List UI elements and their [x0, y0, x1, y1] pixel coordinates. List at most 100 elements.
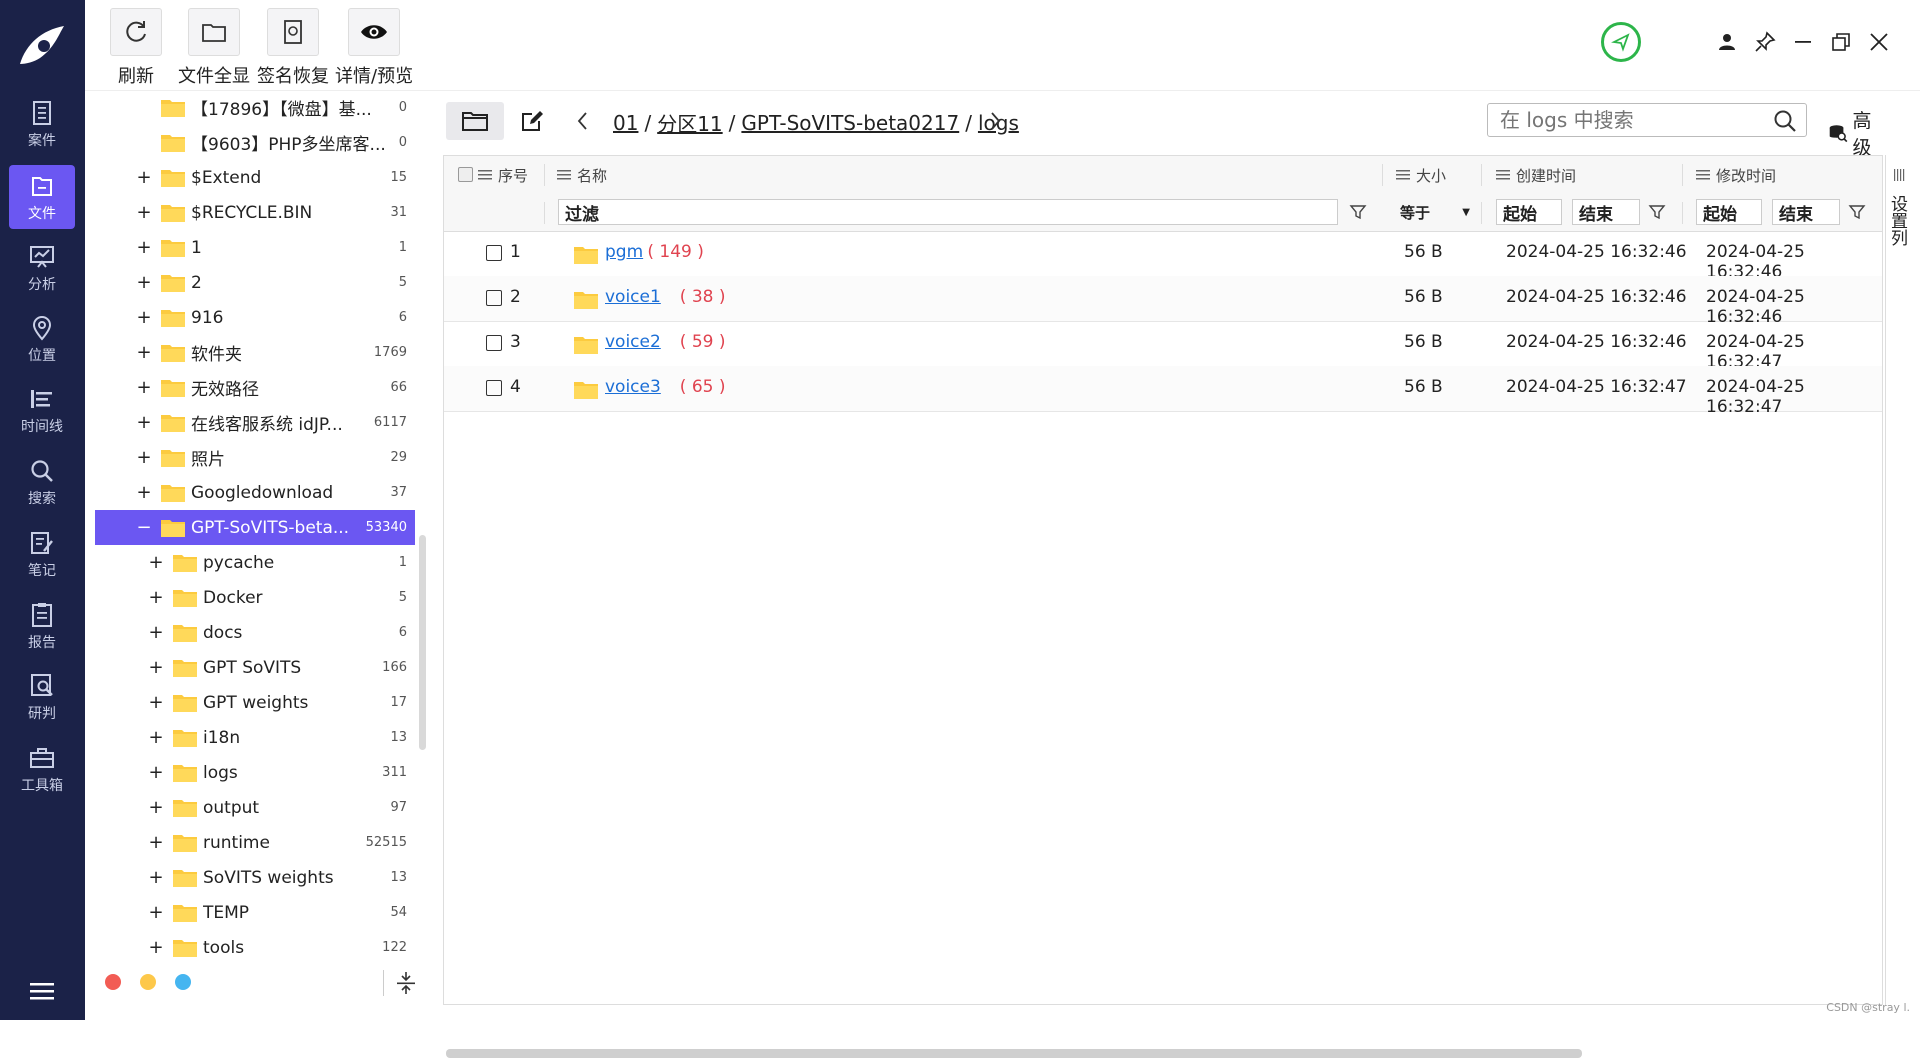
tree-item[interactable]: + 在线客服系统 idJP... 6117	[95, 405, 415, 440]
nav-item-file[interactable]: 文件	[9, 165, 75, 229]
expand-toggle-icon[interactable]: +	[133, 482, 155, 503]
nav-item-search[interactable]: 搜索	[9, 450, 75, 514]
tree-scrollbar[interactable]	[419, 535, 426, 750]
tree-item[interactable]: +1 1	[95, 230, 415, 265]
tree-item[interactable]: +2 5	[95, 265, 415, 300]
item-count-link[interactable]: ( 59 )	[680, 332, 726, 352]
tree-item[interactable]: + SoVITS weights 13	[95, 860, 415, 895]
tree-item[interactable]: + 软件夹 1769	[95, 335, 415, 370]
size-operator-select[interactable]: 等于 ▼	[1394, 199, 1474, 225]
expand-toggle-icon[interactable]: +	[133, 342, 155, 363]
item-count-link[interactable]: ( 149 )	[647, 242, 704, 262]
filter-funnel-icon[interactable]	[1648, 203, 1666, 221]
pin-icon[interactable]	[1753, 30, 1777, 54]
tree-item[interactable]: + Docker 5	[95, 580, 415, 615]
expand-toggle-icon[interactable]: +	[145, 657, 167, 678]
expand-toggle-icon[interactable]: +	[133, 167, 155, 188]
table-row[interactable]: 1 pgm( 149 ) 56 B 2024-04-25 16:32:46 2024-0…	[444, 231, 1882, 282]
table-row[interactable]: 4 voice3 ( 65 ) 56 B 2024-04-25 16:32:47 2024…	[444, 366, 1882, 417]
minimize-icon[interactable]	[1791, 30, 1815, 54]
search-icon[interactable]	[1772, 108, 1798, 134]
expand-toggle-icon[interactable]: +	[145, 622, 167, 643]
tree-item[interactable]: + tools 122	[95, 930, 415, 965]
created-end-input[interactable]: 结束	[1572, 199, 1640, 225]
breadcrumb-partition[interactable]: 分区11	[657, 108, 722, 137]
nav-item-report[interactable]: 报告	[9, 594, 75, 658]
collapse-all-icon[interactable]	[393, 970, 419, 996]
tree-item[interactable]: + Googledownload 37	[95, 475, 415, 510]
tree-item[interactable]: + 无效路径 66	[95, 370, 415, 405]
horizontal-scrollbar[interactable]	[446, 1049, 1582, 1058]
expand-toggle-icon[interactable]: +	[145, 692, 167, 713]
tree-item[interactable]: − GPT-SoVITS-beta... 53340	[95, 510, 415, 545]
item-count-link[interactable]: ( 38 )	[680, 287, 726, 307]
expand-toggle-icon[interactable]: +	[133, 307, 155, 328]
expand-toggle-icon[interactable]: +	[133, 447, 155, 468]
expand-toggle-icon[interactable]: +	[145, 762, 167, 783]
filter-funnel-icon[interactable]	[1349, 203, 1367, 221]
expand-toggle-icon[interactable]: +	[133, 202, 155, 223]
col-modified[interactable]: 修改时间	[1696, 156, 1776, 194]
tree-item[interactable]: + $RECYCLE.BIN 31	[95, 195, 415, 230]
row-checkbox[interactable]	[486, 335, 502, 351]
folder-name-link[interactable]: voice1	[605, 287, 661, 307]
nav-item-note[interactable]: 笔记	[9, 522, 75, 586]
row-checkbox[interactable]	[486, 290, 502, 306]
restore-icon[interactable]	[1829, 30, 1853, 54]
row-checkbox[interactable]	[486, 380, 502, 396]
edit-button[interactable]	[503, 102, 561, 140]
tree-item[interactable]: +916 6	[95, 300, 415, 335]
yellow-tag-dot[interactable]	[140, 974, 156, 990]
tree-item[interactable]: + GPT SoVITS 166	[95, 650, 415, 685]
tree-item[interactable]: + pycache 1	[95, 545, 415, 580]
expand-toggle-icon[interactable]: +	[145, 902, 167, 923]
expand-toggle-icon[interactable]: +	[145, 867, 167, 888]
expand-toggle-icon[interactable]: +	[133, 272, 155, 293]
folder-name-link[interactable]: pgm	[605, 242, 643, 262]
tree-item[interactable]: + 照片 29	[95, 440, 415, 475]
red-tag-dot[interactable]	[105, 974, 121, 990]
nav-item-timeline[interactable]: 时间线	[9, 378, 75, 442]
tree-item[interactable]: + $Extend 15	[95, 160, 415, 195]
detail-preview-button[interactable]: 详情/预览	[335, 8, 413, 88]
search-input[interactable]	[1488, 104, 1762, 136]
filter-funnel-icon[interactable]	[1848, 203, 1866, 221]
blue-tag-dot[interactable]	[175, 974, 191, 990]
close-icon[interactable]	[1867, 30, 1891, 54]
status-indicator[interactable]	[1601, 22, 1641, 62]
nav-item-judge[interactable]: 研判	[9, 665, 75, 729]
tree-item[interactable]: 【17896】【微盘】基... 0	[95, 100, 415, 125]
advanced-search-button[interactable]: 高级	[1828, 106, 1885, 160]
tree-item[interactable]: + i18n 13	[95, 720, 415, 755]
folder-name-link[interactable]: voice3	[605, 377, 661, 397]
col-index[interactable]: 序号	[478, 156, 528, 194]
tree-item[interactable]: + TEMP 54	[95, 895, 415, 930]
signature-restore-button[interactable]: 签名恢复	[257, 8, 329, 88]
breadcrumb-gpt-sovits[interactable]: GPT-SoVITS-beta0217	[741, 111, 959, 135]
col-name[interactable]: 名称	[557, 156, 607, 194]
col-size[interactable]: 大小	[1396, 156, 1446, 194]
created-start-input[interactable]: 起始	[1496, 199, 1562, 225]
select-all-checkbox[interactable]	[458, 167, 473, 182]
tree-item[interactable]: 【9603】PHP多坐席客... 0	[95, 125, 415, 160]
modified-start-input[interactable]: 起始	[1696, 199, 1762, 225]
expand-toggle-icon[interactable]: +	[133, 377, 155, 398]
tree-item[interactable]: + runtime 52515	[95, 825, 415, 860]
column-settings-button[interactable]: 设置列	[1885, 155, 1912, 1005]
user-icon[interactable]	[1715, 30, 1739, 54]
table-row[interactable]: 3 voice2( 59 ) 56 B 2024-04-25 16:32:46 2024…	[444, 321, 1882, 372]
table-row[interactable]: 2 voice1( 38 ) 56 B 2024-04-25 16:32:46 2024…	[444, 276, 1882, 327]
tree-item[interactable]: + GPT weights 17	[95, 685, 415, 720]
nav-item-case[interactable]: 案件	[9, 92, 75, 156]
back-chevron-icon[interactable]	[573, 110, 593, 132]
expand-toggle-icon[interactable]: +	[133, 412, 155, 433]
expand-toggle-icon[interactable]: +	[133, 237, 155, 258]
expand-toggle-icon[interactable]: +	[145, 587, 167, 608]
name-filter-input[interactable]: 过滤	[558, 199, 1338, 225]
expand-toggle-icon[interactable]: +	[145, 937, 167, 958]
expand-toggle-icon[interactable]: +	[145, 727, 167, 748]
folder-view-button[interactable]	[446, 102, 504, 140]
breadcrumb-01[interactable]: 01	[613, 111, 638, 135]
folder-name-link[interactable]: voice2	[605, 332, 661, 352]
nav-item-analysis[interactable]: 分析	[9, 236, 75, 300]
